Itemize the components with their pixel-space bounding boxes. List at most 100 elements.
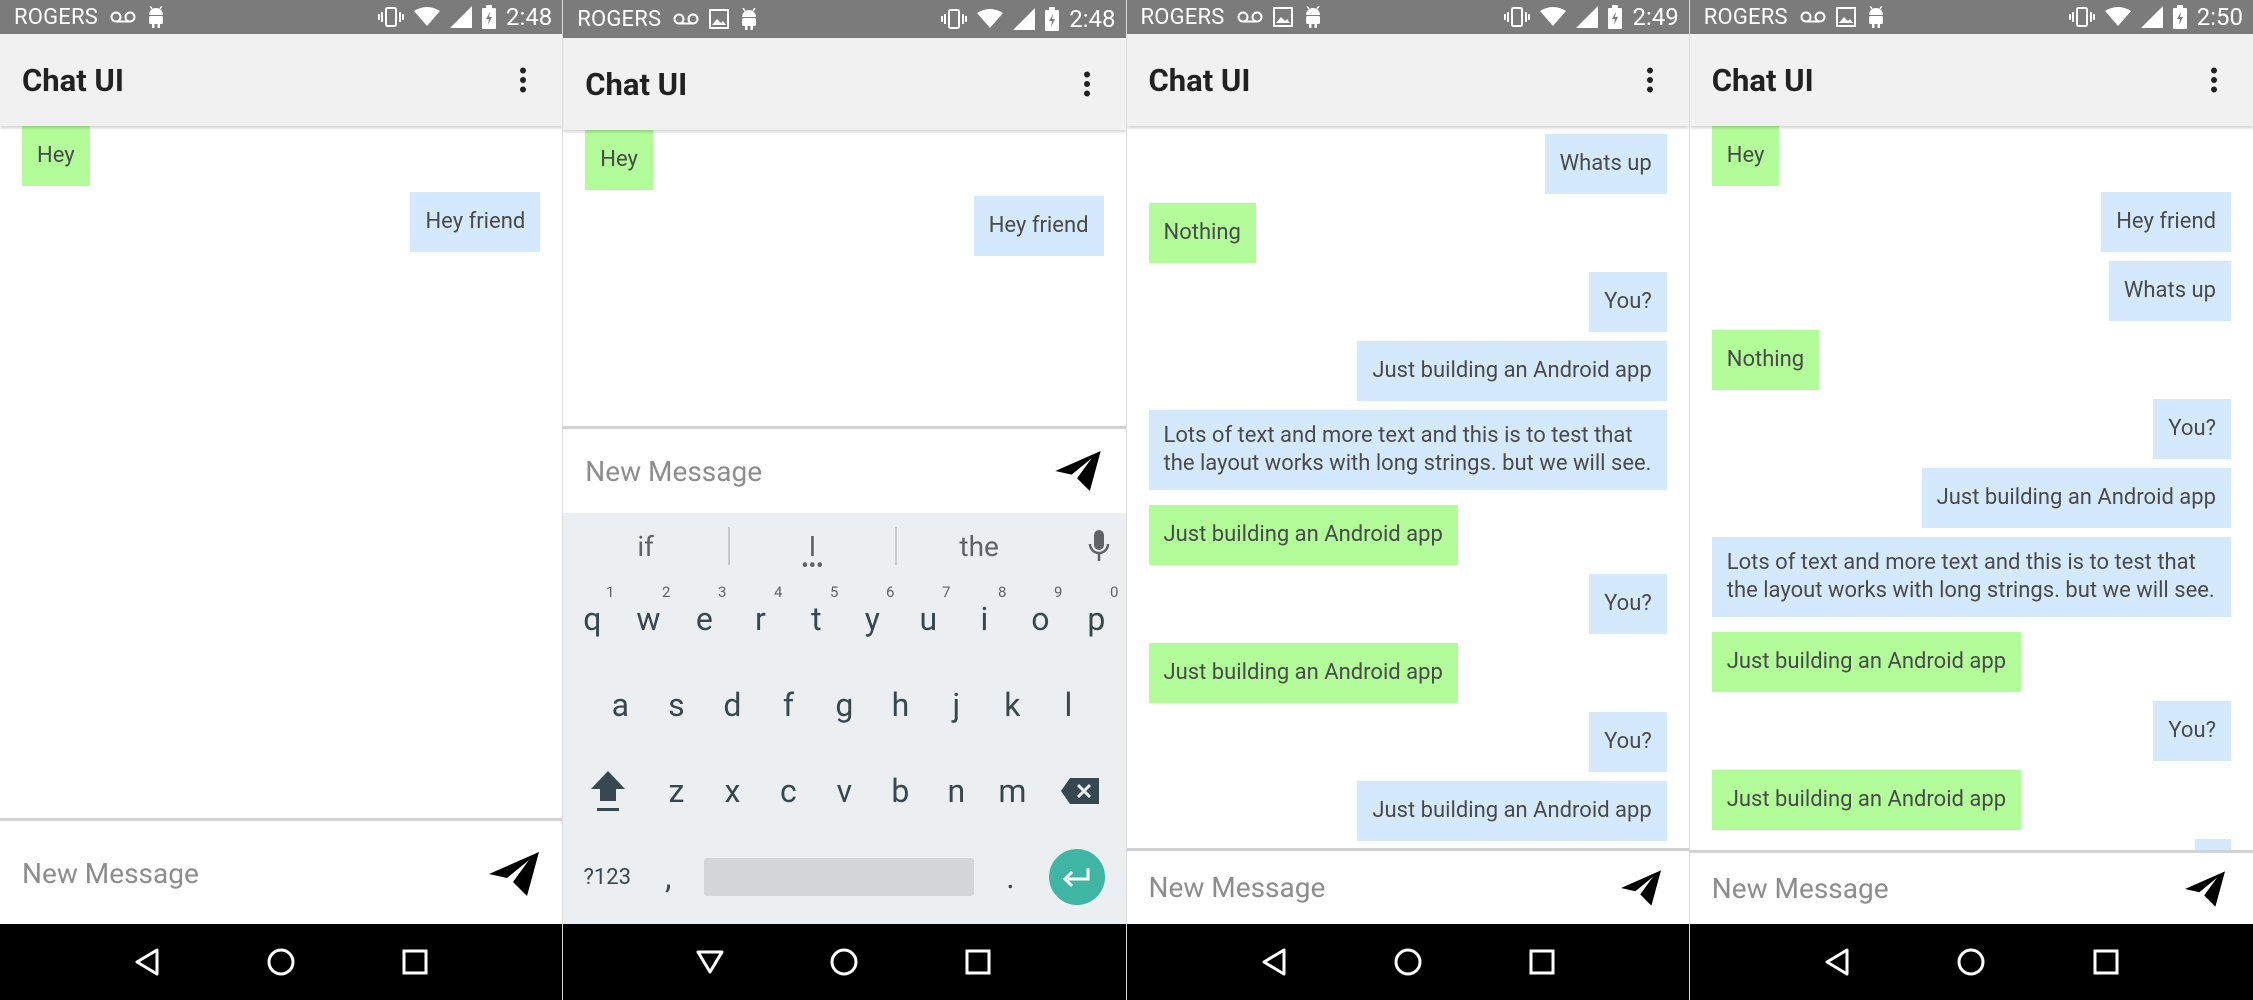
key-s[interactable]: s <box>648 665 704 745</box>
home-button[interactable] <box>251 932 311 992</box>
suggestion-item[interactable]: I ••• <box>730 530 895 578</box>
home-button[interactable] <box>814 932 874 992</box>
mic-icon <box>1088 530 1109 561</box>
recents-button[interactable] <box>385 932 445 992</box>
key-hint: 6 <box>885 583 895 601</box>
send-button[interactable] <box>486 846 542 902</box>
key-b[interactable]: b <box>872 751 928 831</box>
message-list[interactable]: Whats up Nothing You? Just building an A… <box>1127 126 1689 848</box>
image-icon <box>1835 7 1856 27</box>
hide-keyboard-button[interactable] <box>680 932 740 992</box>
send-button[interactable] <box>1050 443 1106 499</box>
message-list[interactable]: Hey Hey friend <box>563 130 1125 426</box>
message-input[interactable]: New Message <box>1712 872 2177 905</box>
message-list[interactable]: Hey Hey friend <box>0 126 562 819</box>
overflow-menu-button[interactable] <box>1070 60 1104 108</box>
key-r[interactable]: r4 <box>732 579 788 659</box>
key-g[interactable]: g <box>816 665 872 745</box>
shift-key[interactable] <box>568 751 648 831</box>
keyboard-hide-icon <box>696 950 724 974</box>
recents-icon <box>402 949 428 975</box>
key-label: u <box>919 600 938 638</box>
key-c[interactable]: c <box>760 751 816 831</box>
recents-button[interactable] <box>2076 932 2136 992</box>
key-f[interactable]: f <box>760 665 816 745</box>
key-l[interactable]: l <box>1040 665 1096 745</box>
overflow-menu-button[interactable] <box>2197 56 2231 104</box>
key-p[interactable]: p0 <box>1068 579 1124 659</box>
key-h[interactable]: h <box>872 665 928 745</box>
key-n[interactable]: n <box>928 751 984 831</box>
overflow-menu-icon <box>2211 67 2217 93</box>
key-hint: 8 <box>997 583 1007 601</box>
backspace-key[interactable] <box>1040 751 1120 831</box>
spacebar[interactable] <box>699 837 979 917</box>
image-icon <box>709 9 730 29</box>
send-button[interactable] <box>1613 860 1669 916</box>
home-button[interactable] <box>1941 932 2001 992</box>
image-icon <box>1272 7 1293 27</box>
send-button[interactable] <box>2177 861 2233 917</box>
key-v[interactable]: v <box>816 751 872 831</box>
key-q[interactable]: q1 <box>564 579 620 659</box>
mic-button[interactable] <box>1088 529 1110 567</box>
key-z[interactable]: z <box>648 751 704 831</box>
key-u[interactable]: u7 <box>900 579 956 659</box>
overflow-menu-button[interactable] <box>506 56 540 104</box>
signal-icon <box>2140 6 2163 28</box>
home-icon <box>1957 948 1985 976</box>
message-list[interactable]: Hey Hey friend Whats up Nothing You? Jus… <box>1690 126 2253 850</box>
home-button[interactable] <box>1378 932 1438 992</box>
symbols-key[interactable]: ?123 <box>577 837 637 917</box>
android-icon <box>742 8 757 30</box>
key-hint: 5 <box>829 583 839 601</box>
key-label: i <box>980 600 989 638</box>
navigation-bar <box>1689 924 2253 1000</box>
period-key[interactable]: . <box>985 837 1035 917</box>
message-bubble-incoming: Hey <box>1711 126 1780 186</box>
overflow-menu-button[interactable] <box>1633 56 1667 104</box>
message-bubble-outgoing: Just building an Android app <box>1921 468 2231 528</box>
key-hint: 9 <box>1053 583 1063 601</box>
back-button[interactable] <box>1807 932 1867 992</box>
status-bar: ROGERS 2:49 <box>1126 0 1689 34</box>
message-input[interactable]: New Message <box>1149 871 1613 904</box>
message-input[interactable]: New Message <box>22 857 486 890</box>
recents-button[interactable] <box>948 932 1008 992</box>
send-icon <box>1054 451 1101 491</box>
key-m[interactable]: m <box>984 751 1040 831</box>
message-bubble-outgoing: Lots of text and more text and this is t… <box>1148 410 1667 490</box>
key-j[interactable]: j <box>928 665 984 745</box>
key-y[interactable]: y6 <box>844 579 900 659</box>
wifi-icon <box>977 9 1004 28</box>
key-w[interactable]: w2 <box>620 579 676 659</box>
app-bar: Chat UI <box>563 38 1126 130</box>
voicemail-icon <box>110 11 136 23</box>
back-button[interactable] <box>117 932 177 992</box>
key-d[interactable]: d <box>704 665 760 745</box>
key-hint: 3 <box>717 583 727 601</box>
key-row-3: z x c v b n m <box>563 751 1125 831</box>
back-button[interactable] <box>1244 932 1304 992</box>
back-icon <box>135 948 159 976</box>
key-o[interactable]: o9 <box>1012 579 1068 659</box>
key-t[interactable]: t5 <box>788 579 844 659</box>
wifi-icon <box>2104 7 2131 26</box>
message-input[interactable]: New Message <box>585 455 1049 488</box>
send-icon <box>2185 870 2225 907</box>
enter-key[interactable] <box>1042 837 1112 917</box>
key-i[interactable]: i8 <box>956 579 1012 659</box>
key-k[interactable]: k <box>984 665 1040 745</box>
suggestion-item[interactable]: the <box>897 530 1062 563</box>
comma-key[interactable]: , <box>643 837 693 917</box>
key-hint: 1 <box>605 583 615 601</box>
key-x[interactable]: x <box>704 751 760 831</box>
key-a[interactable]: a <box>592 665 648 745</box>
app-title: Chat UI <box>1148 61 1251 99</box>
phone-screen-2: ROGERS 2:48 Chat UI Hey Hey friend New M… <box>563 0 1127 1000</box>
recents-button[interactable] <box>1512 932 1572 992</box>
suggestion-item[interactable]: if <box>563 530 728 563</box>
key-e[interactable]: e3 <box>676 579 732 659</box>
app-title: Chat UI <box>1711 61 1814 99</box>
message-input-bar: New Message <box>1689 850 2253 924</box>
